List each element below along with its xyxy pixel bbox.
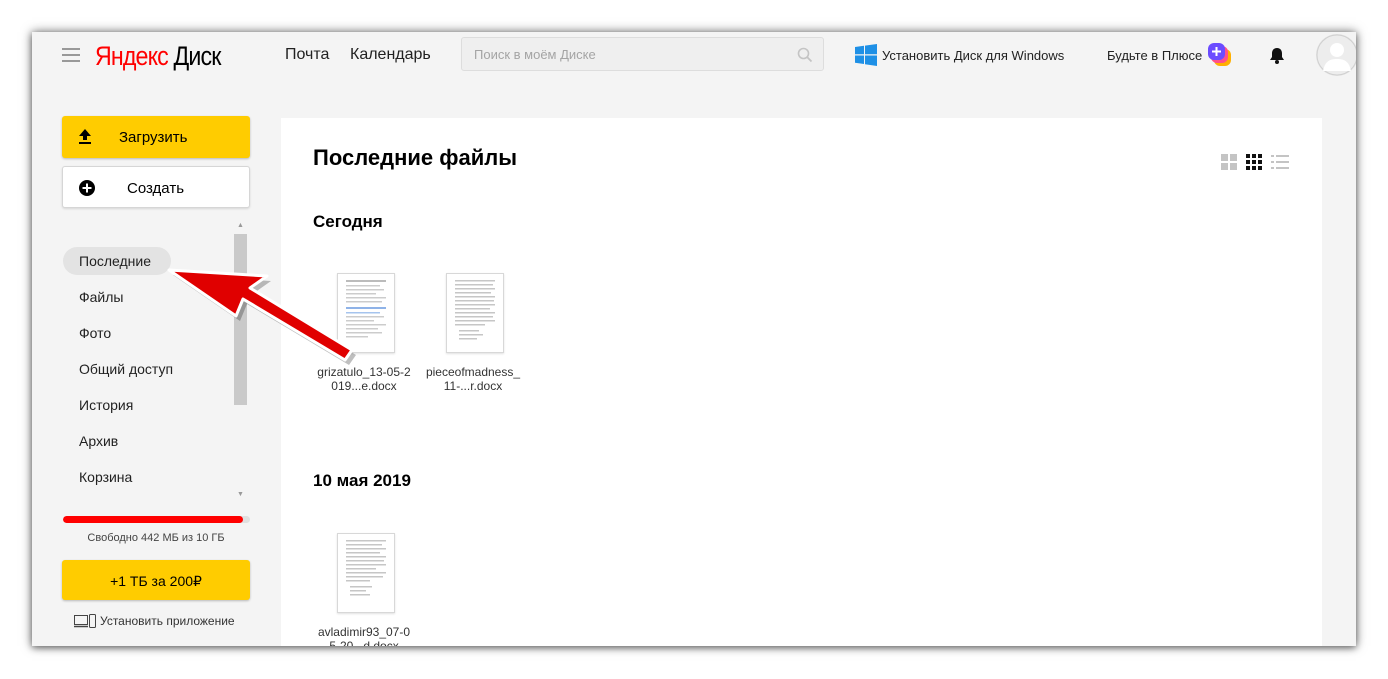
upload-button[interactable]: Загрузить	[62, 116, 250, 158]
nav-calendar-link[interactable]: Календарь	[350, 46, 431, 64]
bell-icon[interactable]	[1269, 47, 1285, 64]
sidebar-item-trash[interactable]: Корзина	[63, 463, 148, 491]
upload-label: Загрузить	[119, 129, 188, 146]
main-content: Последние файлы Сегодня grizatulo_13-05-…	[281, 118, 1322, 646]
large-tiles-icon[interactable]	[1221, 154, 1237, 170]
buy-space-button[interactable]: +1 ТБ за 200₽	[62, 560, 250, 600]
scroll-up-icon[interactable]: ▲	[237, 222, 244, 229]
windows-icon[interactable]	[855, 44, 877, 66]
menu-icon[interactable]	[62, 48, 80, 62]
logo-disk: Диск	[173, 41, 222, 71]
upload-icon	[79, 129, 91, 144]
quota-bar	[63, 516, 250, 523]
avatar[interactable]	[1316, 34, 1356, 76]
create-label: Создать	[127, 180, 185, 197]
file-name: avladimir93_07-05-20...d.docx	[317, 625, 411, 646]
document-thumbnail	[446, 273, 504, 353]
install-app-label: Установить приложение	[100, 614, 235, 628]
create-button[interactable]: Создать	[62, 166, 250, 208]
install-app-link[interactable]: Установить приложение	[74, 614, 235, 628]
document-thumbnail	[337, 533, 395, 613]
group-title-may-10: 10 мая 2019	[313, 471, 411, 490]
sidebar-item-history[interactable]: История	[63, 391, 149, 419]
annotation-arrow-icon	[167, 268, 356, 365]
scroll-down-icon[interactable]: ▼	[237, 491, 244, 498]
list-view-icon[interactable]	[1271, 154, 1289, 170]
yandex-disk-logo[interactable]: Яндекс Диск	[95, 41, 221, 72]
search-icon[interactable]	[797, 47, 813, 63]
quota-text: Свободно 442 МБ из 10 ГБ	[87, 532, 225, 544]
plus-circle-icon	[79, 180, 95, 196]
file-name: pieceofmadness_11-...r.docx	[425, 365, 521, 393]
sidebar-item-photos[interactable]: Фото	[63, 319, 127, 347]
user-avatar-icon	[1316, 34, 1356, 76]
search-box	[461, 37, 824, 71]
docx-preview-icon	[346, 540, 386, 596]
quota-fill	[63, 516, 243, 523]
top-header: Яндекс Диск Почта Календарь Установить Д…	[32, 32, 1356, 80]
search-input[interactable]	[462, 38, 794, 70]
nav-mail-link[interactable]: Почта	[285, 46, 329, 64]
sidebar-item-files[interactable]: Файлы	[63, 283, 139, 311]
docx-preview-icon	[455, 280, 495, 340]
plus-promo-link[interactable]: Будьте в Плюсе	[1107, 48, 1202, 63]
small-tiles-icon[interactable]	[1246, 154, 1262, 170]
plus-badge-icon[interactable]	[1208, 43, 1232, 67]
page-title: Последние файлы	[313, 145, 518, 170]
install-windows-link[interactable]: Установить Диск для Windows	[882, 48, 1064, 63]
sidebar-item-archive[interactable]: Архив	[63, 427, 134, 455]
group-title-today: Сегодня	[313, 212, 383, 231]
devices-icon	[74, 614, 96, 628]
logo-yandex: Яндекс	[95, 41, 169, 71]
